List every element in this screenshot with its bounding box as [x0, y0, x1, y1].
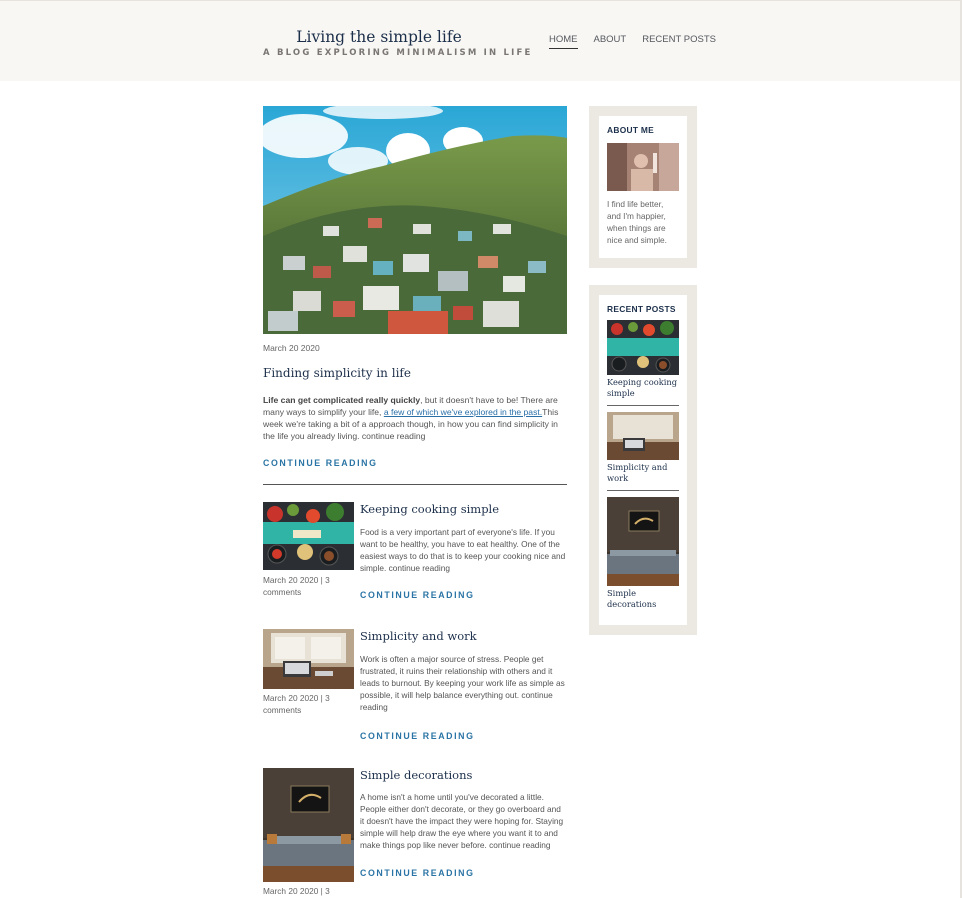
main-nav: HOME ABOUT RECENT POSTS: [549, 34, 716, 49]
nav-home[interactable]: HOME: [549, 34, 578, 49]
post-excerpt: A home isn't a home until you've decorat…: [360, 792, 564, 850]
hero-date: March 20 2020: [263, 343, 320, 353]
post-title[interactable]: Simple decorations: [360, 768, 567, 782]
portrait-image: [607, 143, 679, 191]
continue-reading-link[interactable]: CONTINUE READING: [360, 731, 475, 741]
recent-post-thumbnail[interactable]: [607, 320, 679, 375]
bedroom-decor-image: [607, 497, 679, 586]
post-title[interactable]: Simplicity and work: [360, 629, 567, 643]
post-thumbnail[interactable]: [263, 629, 354, 689]
bedroom-decor-image: [263, 768, 354, 882]
post-meta: March 20 2020 | 3 comments: [263, 693, 330, 715]
recent-post-item[interactable]: Keeping cooking simple: [607, 320, 679, 406]
recent-post-title[interactable]: Simple decorations: [607, 588, 679, 610]
hero-excerpt-bold: Life can get complicated really quickly: [263, 395, 421, 405]
continue-reading-link[interactable]: CONTINUE READING: [360, 868, 475, 878]
post-excerpt: Food is a very important part of everyon…: [360, 527, 566, 573]
post-body: Simplicity and work Work is often a majo…: [360, 629, 567, 744]
nav-recent-posts[interactable]: RECENT POSTS: [642, 34, 716, 49]
hero-excerpt: Life can get complicated really quickly,…: [263, 394, 567, 442]
recent-post-title[interactable]: Simplicity and work: [607, 462, 679, 484]
hero-image[interactable]: [263, 106, 567, 334]
post-excerpt: Work is often a major source of stress. …: [360, 654, 565, 712]
recent-posts-widget: RECENT POSTS Keeping cooking simple Simp…: [589, 285, 697, 635]
cooking-image: [263, 502, 354, 570]
site-title[interactable]: Living the simple life: [263, 27, 495, 47]
cooking-image: [607, 320, 679, 375]
section-divider: [263, 484, 567, 485]
work-desk-image: [263, 629, 354, 689]
site-tagline: A BLOG EXPLORING MINIMALISM IN LIFE: [263, 48, 533, 58]
recent-post-thumbnail[interactable]: [607, 412, 679, 460]
hero-excerpt-link[interactable]: a few of which we've explored in the pas…: [384, 407, 542, 417]
recent-post-item[interactable]: Simplicity and work: [607, 412, 679, 491]
hero-title[interactable]: Finding simplicity in life: [263, 366, 567, 380]
recent-post-thumbnail[interactable]: [607, 497, 679, 586]
recent-post-title[interactable]: Keeping cooking simple: [607, 377, 679, 399]
post-thumbnail[interactable]: [263, 768, 354, 882]
about-me-widget: ABOUT ME I find life better, and I'm hap…: [589, 106, 697, 268]
about-me-heading: ABOUT ME: [607, 125, 655, 135]
hero-continue-reading-link[interactable]: CONTINUE READING: [263, 458, 378, 468]
post-body: Simple decorations A home isn't a home u…: [360, 768, 567, 881]
post-meta: March 20 2020 | 3 comments: [263, 575, 330, 597]
about-me-card: ABOUT ME I find life better, and I'm hap…: [599, 116, 687, 258]
about-me-photo: [607, 143, 679, 191]
continue-reading-link[interactable]: CONTINUE READING: [360, 590, 475, 600]
post-body: Keeping cooking simple Food is a very im…: [360, 502, 567, 603]
hillside-town-image: [263, 106, 567, 334]
recent-posts-card: RECENT POSTS Keeping cooking simple Simp…: [599, 295, 687, 625]
post-thumbnail[interactable]: [263, 502, 354, 570]
post-title[interactable]: Keeping cooking simple: [360, 502, 567, 516]
recent-posts-heading: RECENT POSTS: [607, 304, 676, 314]
recent-post-item[interactable]: Simple decorations: [607, 497, 679, 616]
about-me-text: I find life better, and I'm happier, whe…: [607, 199, 667, 245]
featured-post: March 20 2020 Finding simplicity in life…: [263, 106, 567, 485]
post-meta: March 20 2020 | 3: [263, 886, 330, 896]
site-header: Living the simple life A BLOG EXPLORING …: [0, 1, 960, 81]
nav-about[interactable]: ABOUT: [594, 34, 627, 49]
site-brand[interactable]: Living the simple life A BLOG EXPLORING …: [263, 27, 533, 58]
work-desk-image: [607, 412, 679, 460]
